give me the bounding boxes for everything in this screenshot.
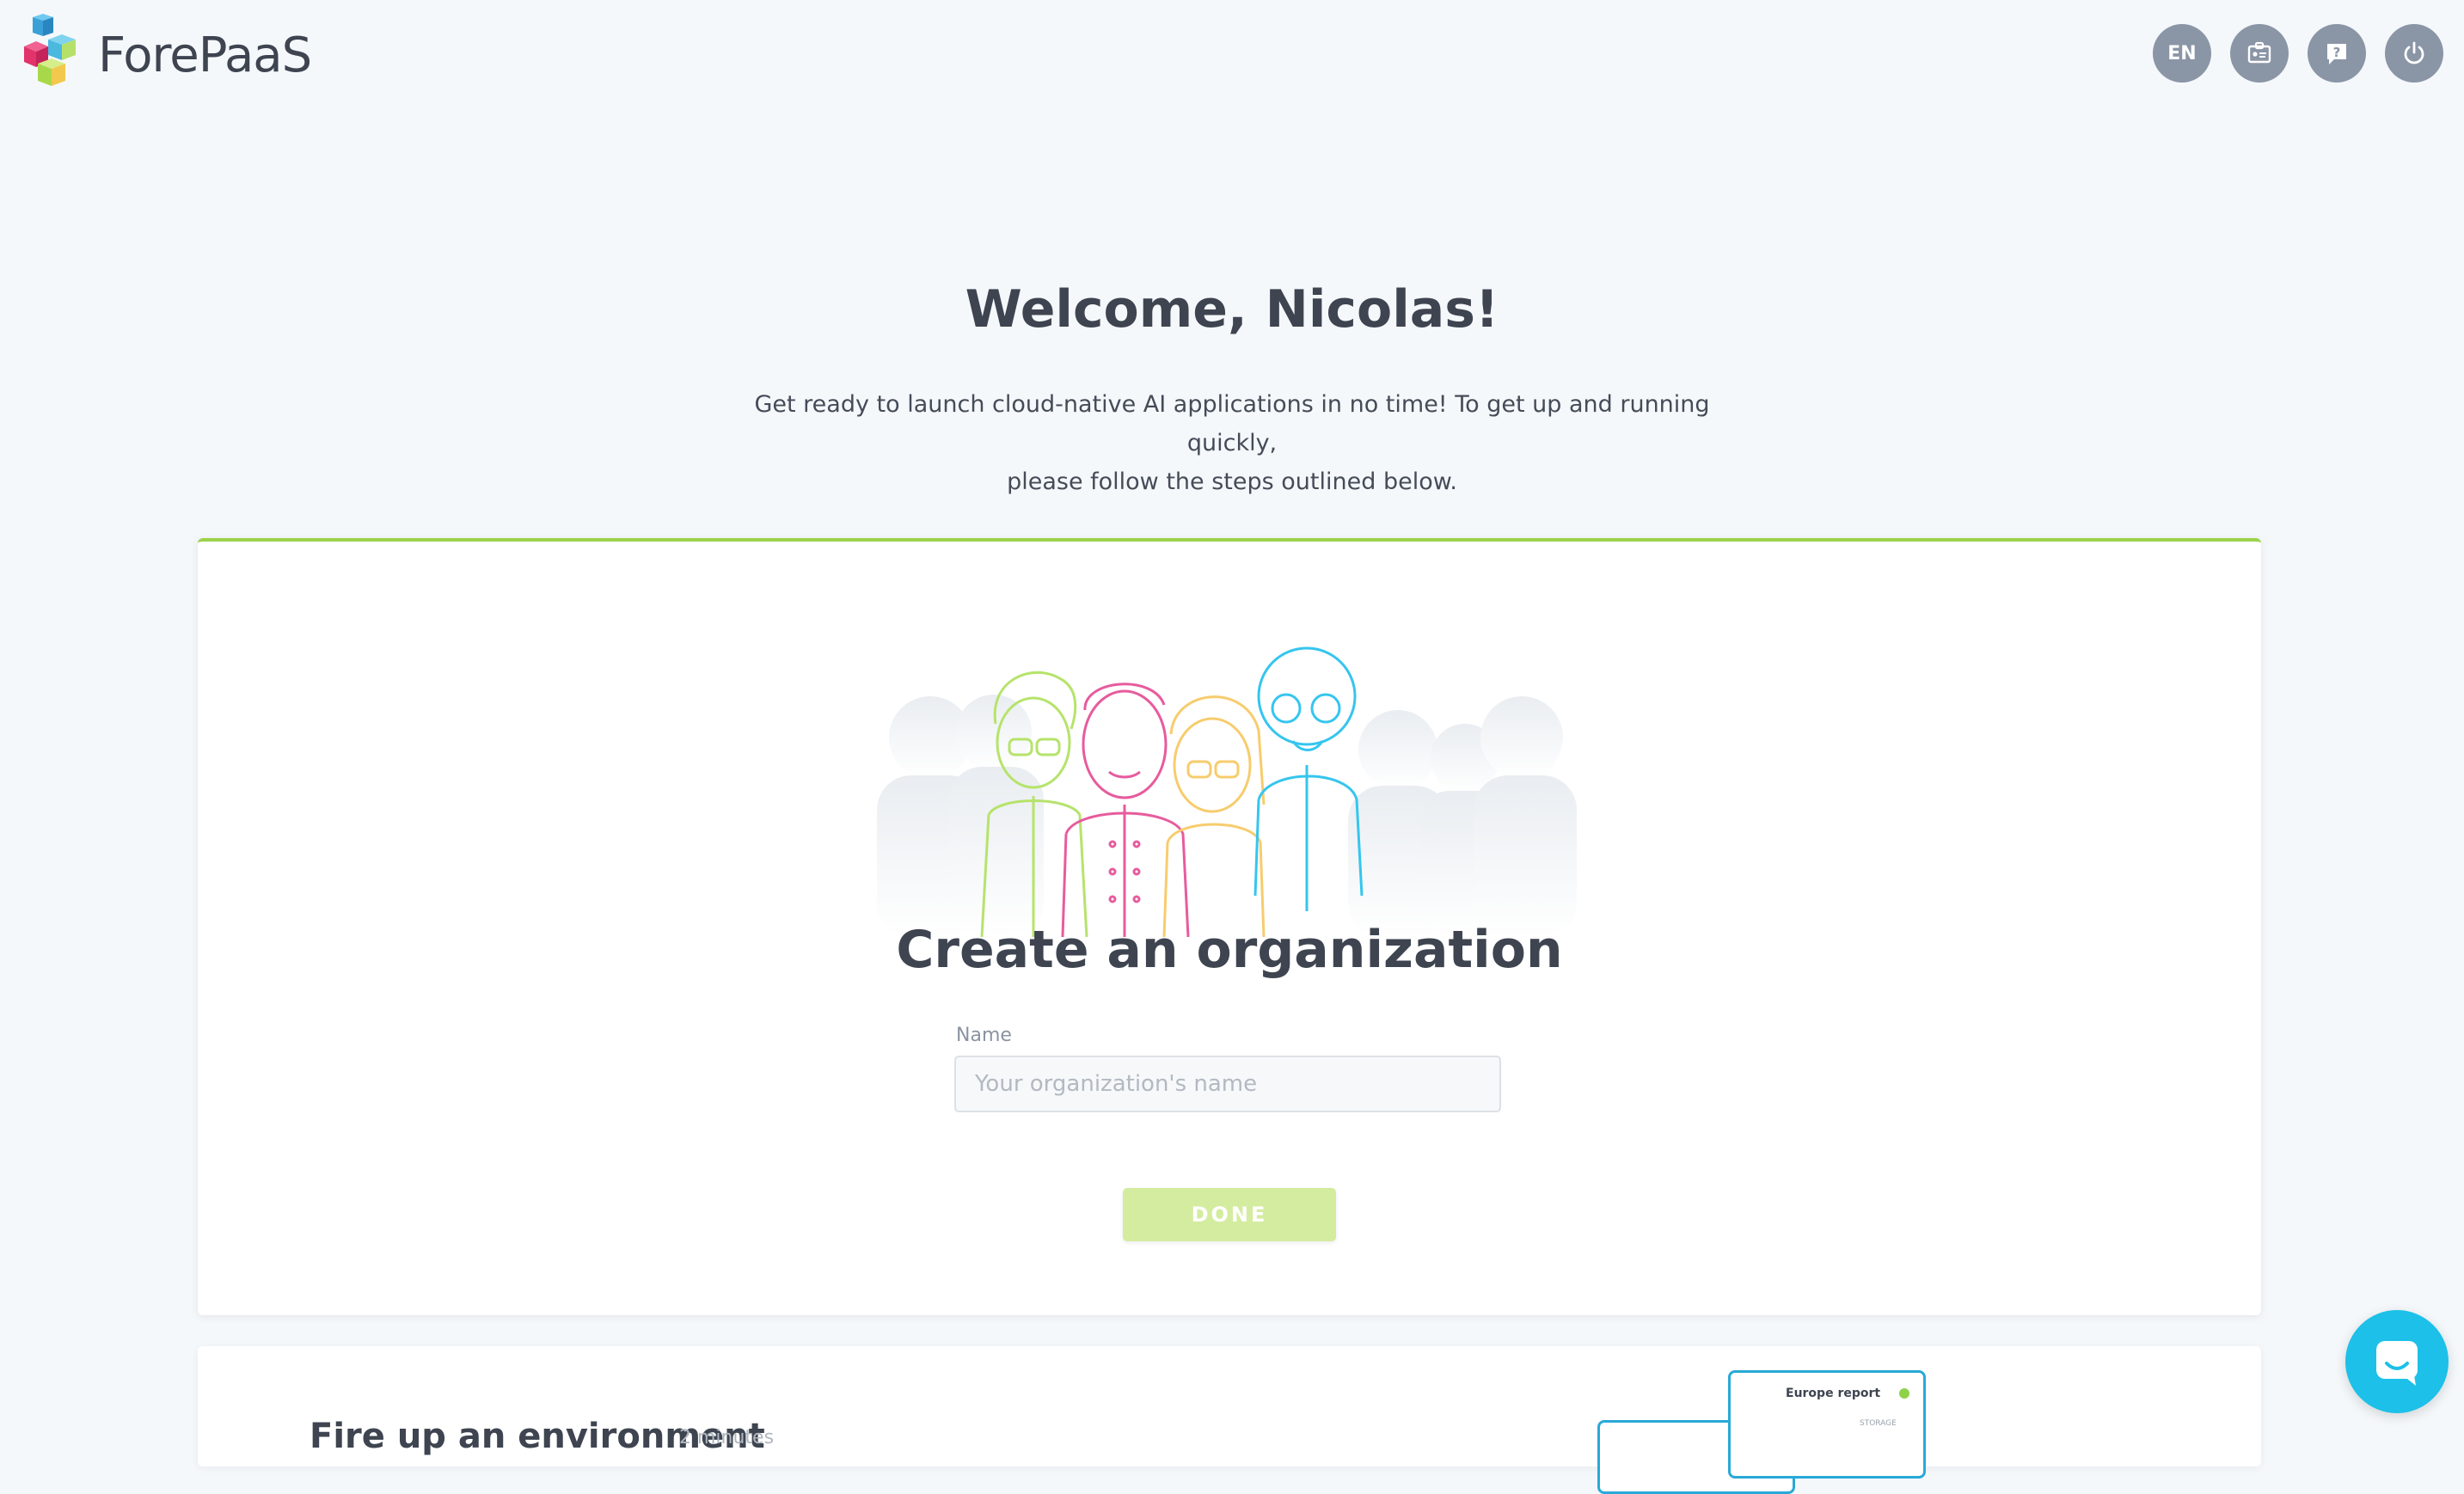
organization-name-input[interactable] [954,1056,1501,1112]
forepaas-logo[interactable]: ForePaaS [24,14,312,96]
done-button[interactable]: DONE [1123,1188,1336,1241]
team-illustration [877,646,1577,937]
chat-icon [2376,1341,2418,1386]
report-preview: Europe report STORAGE [1728,1370,1926,1479]
top-bar: ForePaaS EN ? [0,0,2464,112]
report-storage-label: STORAGE [1860,1419,1897,1428]
report-preview-title: Europe report [1786,1387,1881,1400]
page-subtitle: Get ready to launch cloud-native AI appl… [731,385,1733,501]
id-card-button[interactable] [2230,24,2289,83]
id-card-icon [2247,41,2271,64]
fire-up-environment-card: Fire up an environment 2 minutes Europe … [198,1346,2261,1494]
header-actions: EN ? [2153,24,2443,83]
help-chat-icon: ? [2327,44,2346,64]
done-button-label: DONE [1191,1203,1268,1227]
logout-button[interactable] [2385,24,2443,83]
organization-name-label: Name [956,1025,1012,1046]
cube-logo-icon [24,14,76,86]
environment-time-hint: 2 minutes [679,1427,775,1448]
page-title: Welcome, Nicolas! [965,279,1499,340]
power-icon [2404,41,2424,64]
brand-name: ForePaaS [98,27,312,83]
language-label: EN [2167,42,2197,64]
language-button[interactable]: EN [2153,24,2211,83]
subtitle-line-1: Get ready to launch cloud-native AI appl… [754,391,1710,456]
svg-text:?: ? [2333,45,2341,60]
subtitle-line-2: please follow the steps outlined below. [1007,468,1457,495]
create-organization-card: Create an organization Name DONE [198,538,2261,1315]
chat-widget-button[interactable] [2345,1310,2449,1413]
report-status-dot [1899,1388,1909,1399]
help-button[interactable]: ? [2308,24,2366,83]
create-organization-title: Create an organization [896,920,1563,980]
